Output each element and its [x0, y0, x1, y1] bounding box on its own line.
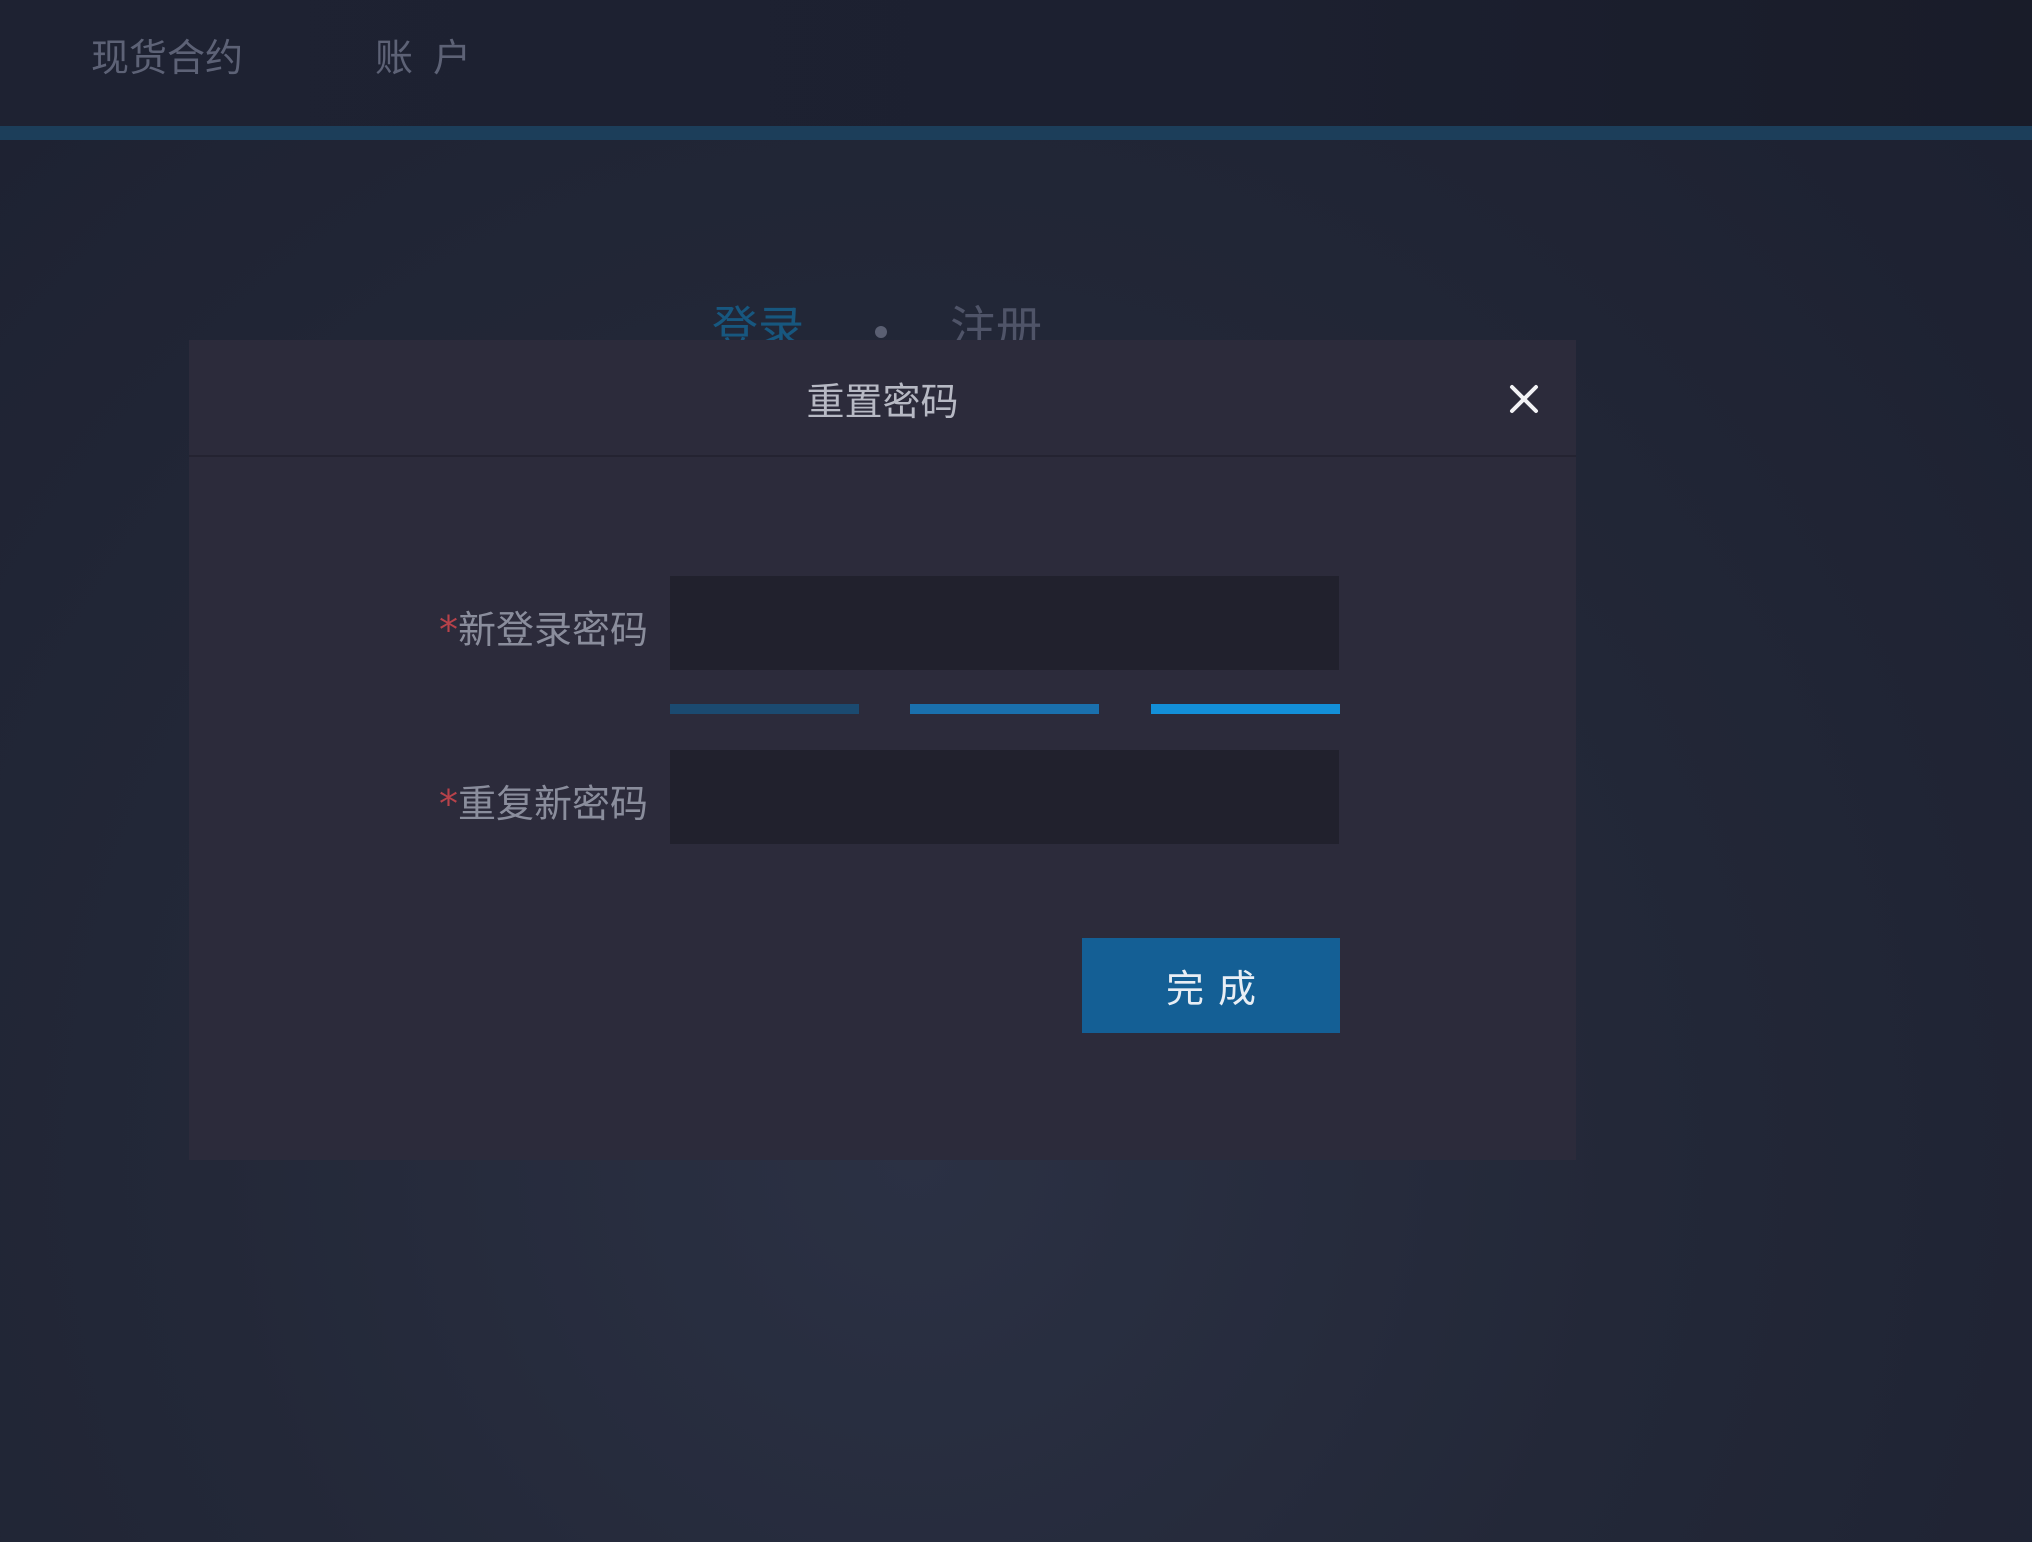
- required-mark: *: [438, 608, 458, 652]
- password-strength-bar-strong: [1151, 704, 1340, 714]
- close-icon: [1510, 385, 1538, 413]
- repeat-password-label-text: 重复新密码: [457, 782, 648, 826]
- new-password-input[interactable]: [670, 576, 1339, 670]
- reset-password-modal: 重置密码 *新登录密码 *重复新密码 完成: [189, 340, 1576, 1160]
- submit-button[interactable]: 完成: [1082, 938, 1340, 1033]
- password-strength-bar-weak: [670, 704, 859, 714]
- top-nav: 现货合约 账户: [0, 0, 2032, 126]
- password-strength-bar-medium: [910, 704, 1099, 714]
- nav-divider: [0, 126, 2032, 140]
- new-password-label-text: 新登录密码: [457, 608, 648, 652]
- tab-login[interactable]: 登录: [712, 298, 804, 340]
- repeat-password-input[interactable]: [670, 750, 1339, 844]
- close-button[interactable]: [1499, 374, 1549, 424]
- required-mark: *: [438, 782, 458, 826]
- repeat-password-label: *重复新密码: [439, 776, 648, 832]
- tab-separator-dot: [875, 326, 887, 338]
- nav-spot-contracts[interactable]: 现货合约: [91, 30, 243, 86]
- modal-title: 重置密码: [806, 380, 959, 424]
- auth-tabs: 登录 注册: [700, 290, 1100, 340]
- new-password-label: *新登录密码: [439, 602, 648, 658]
- modal-header: 重置密码: [189, 340, 1576, 457]
- tab-register[interactable]: 注册: [950, 298, 1042, 340]
- nav-account[interactable]: 账户: [375, 30, 491, 86]
